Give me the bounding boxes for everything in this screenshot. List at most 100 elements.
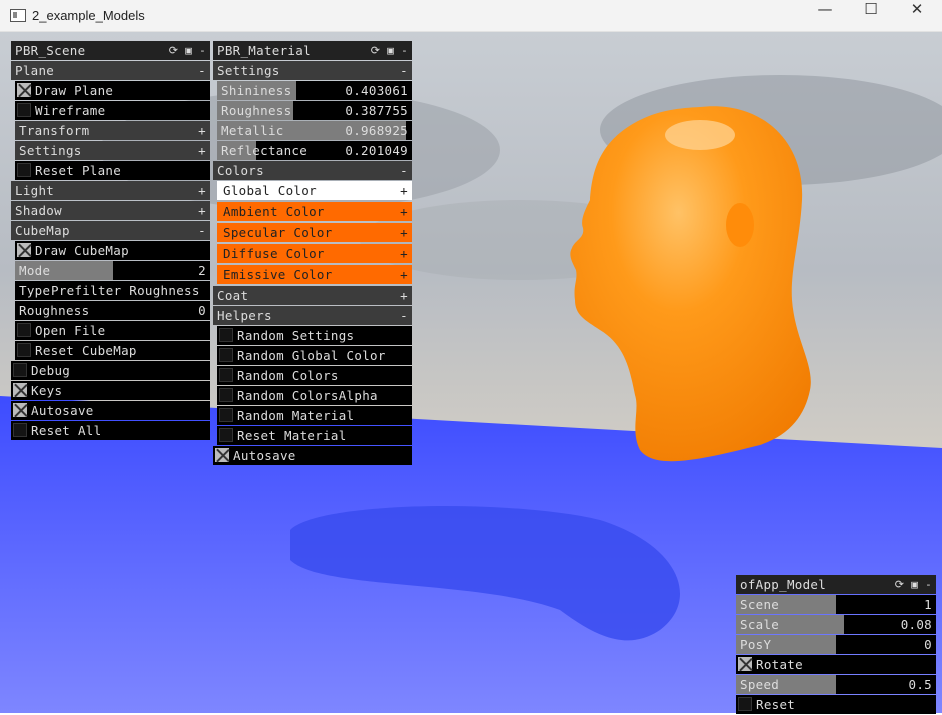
button-box-icon [219,388,233,402]
ambient-color-button[interactable]: Ambient Color + [217,202,412,221]
group-plane[interactable]: Plane - [11,61,210,80]
specular-color-button[interactable]: Specular Color + [217,223,412,242]
button-label: Random Material [237,408,355,423]
group-light[interactable]: Light + [11,181,210,200]
draw-plane-toggle[interactable]: Draw Plane [15,81,210,100]
emissive-color-button[interactable]: Emissive Color + [217,265,412,284]
group-coat[interactable]: Coat + [213,286,412,305]
autosave-toggle[interactable]: Autosave [11,401,210,420]
group-transform[interactable]: Transform + [15,121,210,140]
slider-label: Speed [740,677,780,692]
expand-icon: + [400,288,408,303]
reset-button[interactable]: Reset [736,695,936,714]
diffuse-color-button[interactable]: Diffuse Color + [217,244,412,263]
color-label: Ambient Color [223,204,325,219]
slider-value: 0.968925 [345,123,408,138]
global-color-button[interactable]: Global Color + [217,181,412,200]
ofapp-model-panel: ofApp_Model ⟳ ▣ - Scene 1 Scale 0.08 Pos… [736,575,936,715]
expand-icon: + [400,183,408,198]
button-label: Reset [756,697,796,712]
slider-value: 0.5 [908,677,932,692]
button-label: Random Colors [237,368,339,383]
speed-slider[interactable]: Speed 0.5 [736,675,936,694]
panel-tools-icons[interactable]: ⟳ ▣ - [371,41,408,60]
button-label: Open File [35,323,106,338]
reset-plane-button[interactable]: Reset Plane [15,161,210,180]
panel-header[interactable]: ofApp_Model ⟳ ▣ - [736,575,936,594]
button-box-icon [219,408,233,422]
reset-cubemap-button[interactable]: Reset CubeMap [15,341,210,360]
expand-icon: + [400,225,408,240]
wireframe-toggle[interactable]: Wireframe [15,101,210,120]
panel-tools-icons[interactable]: ⟳ ▣ - [169,41,206,60]
scene-slider[interactable]: Scene 1 [736,595,936,614]
checkbox-checked-icon [17,83,31,97]
group-label: Colors [217,163,264,178]
reflectance-slider[interactable]: Reflectance 0.201049 [217,141,412,160]
group-label: Settings [19,143,82,158]
group-shadow[interactable]: Shadow + [11,201,210,220]
expand-icon: + [198,123,206,138]
checkbox-checked-icon [17,243,31,257]
color-label: Specular Color [223,225,333,240]
collapse-icon: - [198,223,206,238]
toggle-label: Draw CubeMap [35,243,129,258]
panel-title: PBR_Scene [15,43,86,58]
reset-all-button[interactable]: Reset All [11,421,210,440]
close-button[interactable]: ✕ [894,0,940,31]
random-global-color-button[interactable]: Random Global Color [217,346,412,365]
type-label: Type [19,283,51,298]
button-box-icon [219,368,233,382]
roughness-slider[interactable]: Roughness 0.387755 [217,101,412,120]
toggle-label: Autosave [31,403,94,418]
minimize-button[interactable]: — [802,0,848,31]
group-cubemap[interactable]: CubeMap - [11,221,210,240]
slider-label: Mode [19,263,51,278]
mode-slider[interactable]: Mode 2 [15,261,210,280]
checkbox-checked-icon [13,403,27,417]
expand-icon: + [198,143,206,158]
open-file-button[interactable]: Open File [15,321,210,340]
keys-toggle[interactable]: Keys [11,381,210,400]
slider-label: Scene [740,597,780,612]
app-icon [10,9,26,22]
group-settings[interactable]: Settings - [213,61,412,80]
metallic-slider[interactable]: Metallic 0.968925 [217,121,412,140]
group-colors[interactable]: Colors - [213,161,412,180]
maximize-button[interactable]: ☐ [848,0,894,31]
random-settings-button[interactable]: Random Settings [217,326,412,345]
group-helpers[interactable]: Helpers - [213,306,412,325]
expand-icon: + [198,183,206,198]
checkbox-checked-icon [215,448,229,462]
random-colors-alpha-button[interactable]: Random ColorsAlpha [217,386,412,405]
window-titlebar: 2_example_Models — ☐ ✕ [0,0,942,32]
slider-value: 0.201049 [345,143,408,158]
panel-tools-icons[interactable]: ⟳ ▣ - [895,575,932,594]
slider-value: 0 [924,637,932,652]
expand-icon: + [400,204,408,219]
slider-value: 0.403061 [345,83,408,98]
toggle-label: Rotate [756,657,803,672]
slider-label: Roughness [221,103,292,118]
toggle-label: Debug [31,363,71,378]
posy-slider[interactable]: PosY 0 [736,635,936,654]
roughness-value: 0 [198,303,206,318]
shininess-slider[interactable]: Shininess 0.403061 [217,81,412,100]
button-label: Reset CubeMap [35,343,137,358]
panel-title: ofApp_Model [740,577,827,592]
group-settings[interactable]: Settings + [15,141,210,160]
button-box-icon [17,163,31,177]
scale-slider[interactable]: Scale 0.08 [736,615,936,634]
autosave-toggle[interactable]: Autosave [213,446,412,465]
random-colors-button[interactable]: Random Colors [217,366,412,385]
rotate-toggle[interactable]: Rotate [736,655,936,674]
panel-header[interactable]: PBR_Scene ⟳ ▣ - [11,41,210,60]
random-material-button[interactable]: Random Material [217,406,412,425]
reset-material-button[interactable]: Reset Material [217,426,412,445]
type-readout: Type Prefilter Roughness [15,281,210,300]
group-label: Helpers [217,308,272,323]
panel-header[interactable]: PBR_Material ⟳ ▣ - [213,41,412,60]
draw-cubemap-toggle[interactable]: Draw CubeMap [15,241,210,260]
toggle-label: Wireframe [35,103,106,118]
debug-toggle[interactable]: Debug [11,361,210,380]
